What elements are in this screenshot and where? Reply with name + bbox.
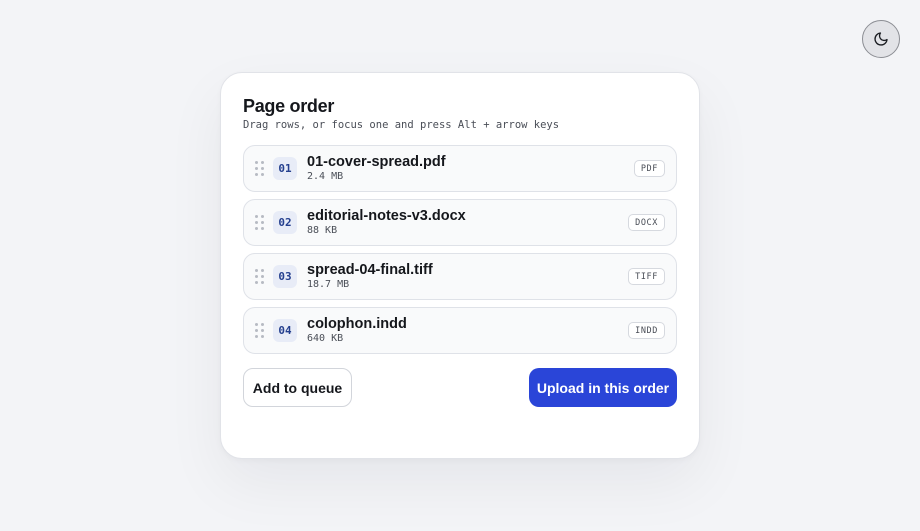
file-size: 640 KB	[307, 333, 344, 344]
file-size: 88 KB	[307, 225, 338, 236]
order-index-badge: 01	[273, 157, 297, 180]
theme-toggle-button[interactable]	[862, 20, 900, 58]
order-index-badge: 03	[273, 265, 297, 288]
file-type-badge: INDD	[628, 322, 665, 339]
file-list: 01 01-cover-spread.pdf 2.4 MB PDF 02 edi…	[243, 145, 677, 361]
page-subtitle: Drag rows, or focus one and press Alt + …	[243, 119, 560, 131]
order-index-badge: 04	[273, 319, 297, 342]
file-row[interactable]: 02 editorial-notes-v3.docx 88 KB DOCX	[243, 199, 677, 246]
file-type-badge: DOCX	[628, 214, 665, 231]
file-size: 18.7 MB	[307, 279, 350, 290]
page-order-card: Page order Drag rows, or focus one and p…	[220, 72, 700, 459]
drag-handle-icon[interactable]	[255, 323, 264, 338]
drag-handle-icon[interactable]	[255, 215, 264, 230]
moon-icon	[874, 32, 888, 46]
drag-handle-icon[interactable]	[255, 161, 264, 176]
page-title: Page order	[243, 96, 335, 116]
file-name: colophon.indd	[307, 316, 407, 332]
file-name: spread-04-final.tiff	[307, 262, 433, 278]
order-index-badge: 02	[273, 211, 297, 234]
file-name: editorial-notes-v3.docx	[307, 208, 466, 224]
file-row[interactable]: 04 colophon.indd 640 KB INDD	[243, 307, 677, 354]
file-row[interactable]: 03 spread-04-final.tiff 18.7 MB TIFF	[243, 253, 677, 300]
file-name: 01-cover-spread.pdf	[307, 154, 446, 170]
drag-handle-icon[interactable]	[255, 269, 264, 284]
file-row[interactable]: 01 01-cover-spread.pdf 2.4 MB PDF	[243, 145, 677, 192]
file-type-badge: TIFF	[628, 268, 665, 285]
upload-in-order-button[interactable]: Upload in this order	[529, 368, 677, 407]
file-size: 2.4 MB	[307, 171, 344, 182]
file-type-badge: PDF	[633, 160, 665, 177]
add-to-queue-button[interactable]: Add to queue	[243, 368, 352, 407]
